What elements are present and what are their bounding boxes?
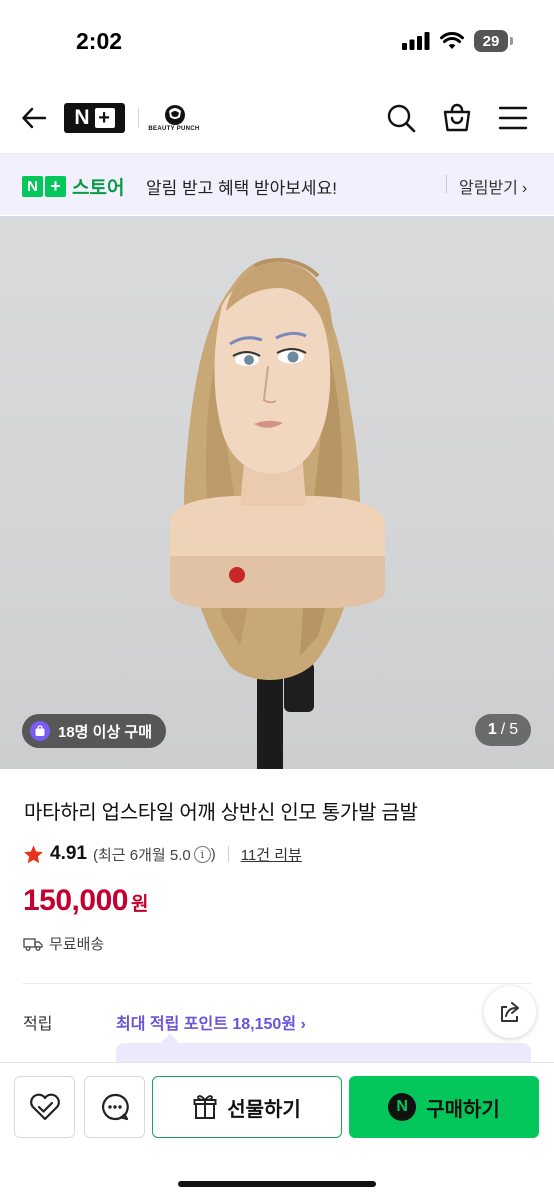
recent-rating-close: ) — [210, 845, 216, 863]
heart-check-icon — [29, 1093, 60, 1121]
gift-icon — [193, 1095, 217, 1119]
section-divider — [22, 983, 532, 984]
delivery-truck-icon — [23, 937, 43, 951]
mannequin-head-photo — [170, 258, 385, 769]
review-count-link[interactable]: 11건 리뷰 — [241, 844, 302, 865]
gift-button[interactable]: 선물하기 — [152, 1076, 342, 1138]
image-page-counter: 1 / 5 — [475, 714, 531, 746]
menu-button[interactable] — [493, 98, 533, 138]
page-separator: / — [500, 721, 506, 738]
home-indicator[interactable] — [178, 1181, 376, 1187]
subscribe-alert-label: 알림받기 — [459, 180, 518, 197]
store-word: 스토어 — [72, 178, 125, 199]
current-page: 1 — [487, 721, 497, 738]
shipping-text: 무료배송 — [49, 936, 105, 953]
back-button[interactable] — [14, 98, 54, 138]
top-nav-bar: N + BEAUTY PUNCH — [0, 84, 554, 154]
status-time: 2:02 — [76, 28, 123, 54]
shopping-bag-icon — [443, 103, 471, 132]
cellular-signal-icon — [402, 32, 430, 50]
back-arrow-icon — [22, 107, 47, 129]
recent-rating: (최근 6개월 5.0 i ) — [93, 844, 216, 865]
status-bar: 2:02 29 — [0, 0, 554, 84]
info-icon[interactable]: i — [193, 845, 211, 863]
chat-bubble-icon — [101, 1093, 129, 1121]
price: 150,000 — [23, 884, 128, 917]
points-link[interactable]: 최대 적립 포인트 18,150원 › — [116, 1010, 306, 1034]
chat-inquiry-button[interactable] — [84, 1076, 145, 1138]
subscribe-alert-link[interactable]: 알림받기 › — [459, 174, 527, 198]
buy-button[interactable]: N 구매하기 — [349, 1076, 539, 1138]
search-button[interactable] — [381, 98, 421, 138]
battery-icon: 29 — [474, 30, 513, 52]
purchase-count-badge: 18명 이상 구매 — [22, 714, 167, 748]
header-divider — [138, 108, 139, 128]
hamburger-menu-icon — [498, 106, 528, 130]
price-row: 150,000 원 — [23, 884, 148, 918]
star-icon — [24, 844, 43, 863]
points-label: 적립 — [23, 1016, 53, 1033]
naver-pay-n-icon: N — [388, 1093, 417, 1121]
wifi-icon — [440, 32, 464, 49]
cart-button[interactable] — [437, 98, 477, 138]
recent-rating-text: (최근 6개월 5.0 — [92, 846, 191, 864]
shipping-info: 무료배송 — [23, 933, 104, 954]
rating-score: 4.91 — [50, 843, 87, 864]
store-badge-plus: + — [45, 176, 66, 197]
product-image-carousel[interactable] — [0, 216, 554, 769]
promo-message: 알림 받고 혜택 받아보세요! — [146, 179, 337, 198]
naver-plus-store-badge: N + 스토어 — [22, 173, 124, 200]
brand-name: BEAUTY PUNCH — [148, 126, 200, 132]
gift-label: 선물하기 — [227, 1098, 301, 1121]
promo-divider — [446, 175, 447, 193]
naver-plus-logo[interactable]: N + — [64, 103, 125, 133]
rating-divider — [227, 846, 229, 862]
share-icon — [501, 1002, 519, 1022]
buy-label: 구매하기 — [426, 1098, 500, 1121]
wishlist-button[interactable] — [14, 1076, 75, 1138]
purchase-count-text: 18명 이상 구매 — [58, 723, 153, 741]
shopping-bag-badge-icon — [30, 721, 50, 741]
share-button[interactable] — [484, 986, 536, 1038]
chevron-right-icon: › — [521, 180, 528, 197]
product-title: 마타하리 업스타일 어깨 상반신 인모 통가발 금발 — [24, 802, 418, 824]
total-pages: 5 — [509, 721, 519, 738]
currency: 원 — [130, 894, 149, 915]
status-icons: 29 — [402, 30, 513, 52]
search-icon — [387, 104, 416, 133]
store-badge-n: N — [22, 176, 43, 197]
rating-row: 4.91 (최근 6개월 5.0 i ) 11건 리뷰 — [23, 843, 302, 865]
